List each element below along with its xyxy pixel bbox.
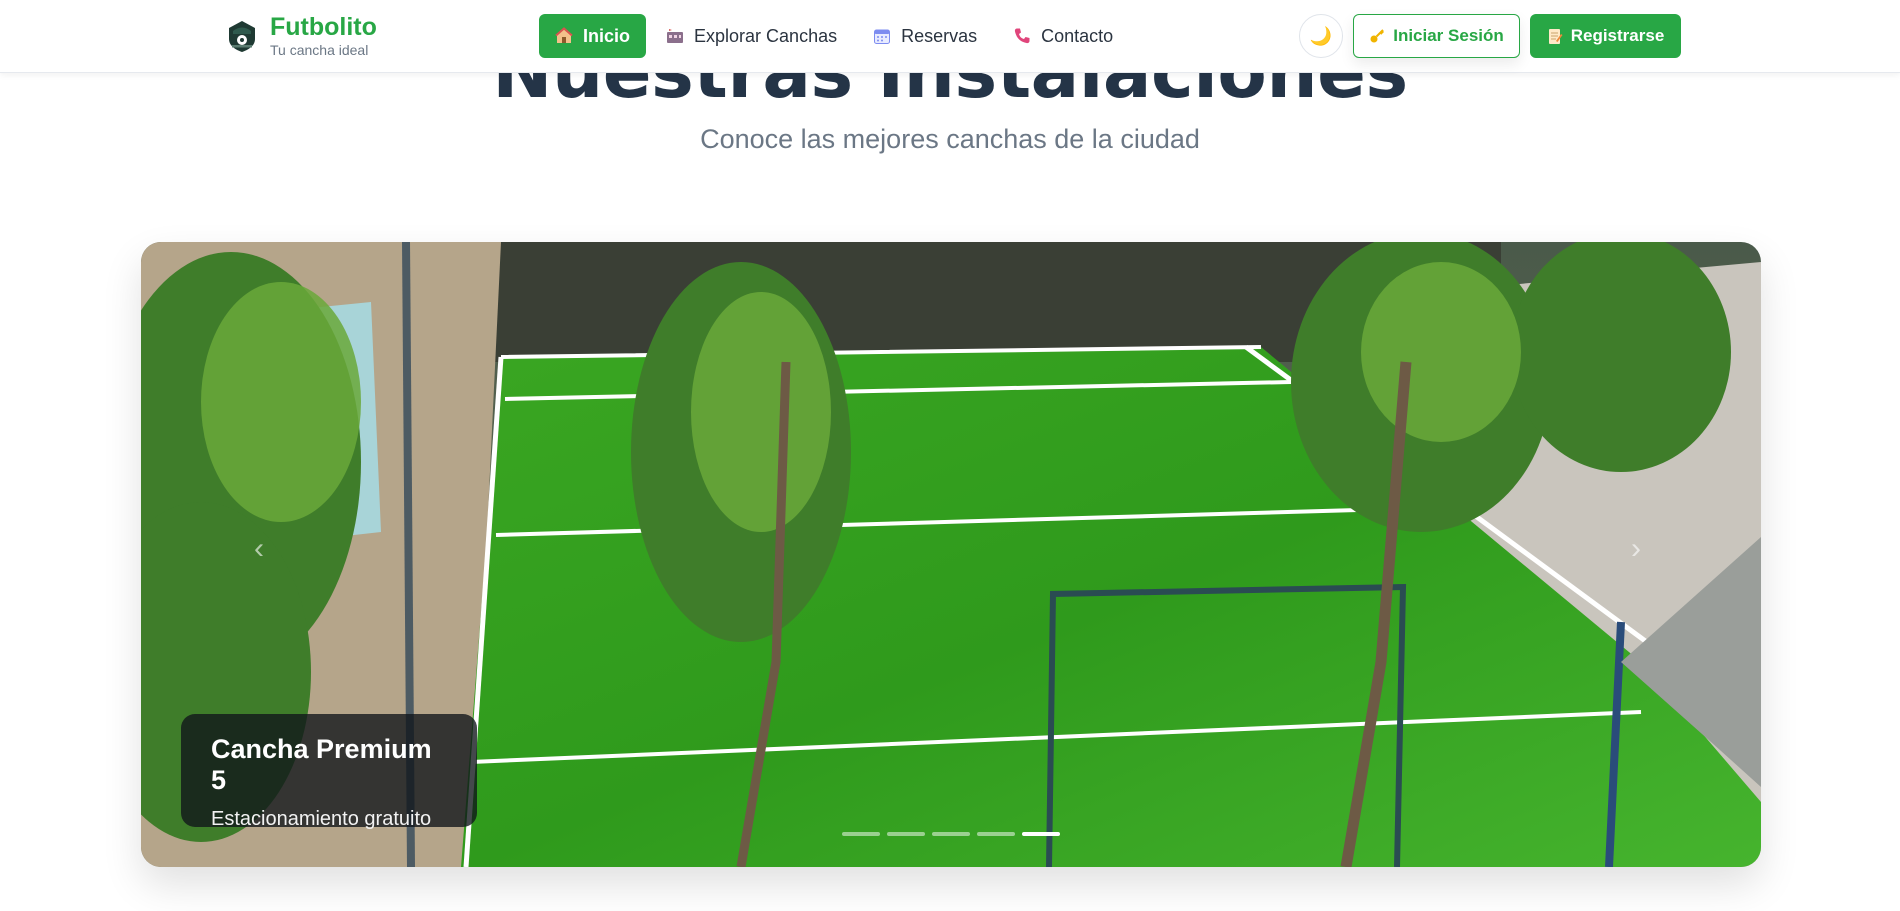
- phone-icon: [1014, 28, 1030, 44]
- slide-caption: Cancha Premium 5 Estacionamiento gratuit…: [181, 714, 477, 830]
- carousel-next-chevron-icon[interactable]: ›: [1631, 532, 1641, 566]
- brand-tagline: Tu cancha ideal: [270, 42, 369, 58]
- calendar-icon: [874, 29, 891, 44]
- carousel-prev-chevron-icon[interactable]: ‹: [254, 532, 264, 566]
- home-icon: [555, 27, 573, 43]
- nav-label-reservas: Reservas: [901, 25, 978, 46]
- nav-item-explorar-canchas[interactable]: Explorar Canchas: [650, 14, 853, 58]
- register-button-label: Registrarse: [1570, 26, 1665, 45]
- stadium-icon: [667, 29, 684, 43]
- nav-item-inicio[interactable]: Inicio: [539, 14, 647, 58]
- nav-label-explorar-canchas: Explorar Canchas: [694, 25, 838, 46]
- memo-icon: [1548, 28, 1563, 44]
- carousel-indicator-3[interactable]: [932, 832, 970, 836]
- facilities-carousel[interactable]: ‹ › Cancha Premium 5 Estacionamiento gra…: [141, 242, 1761, 867]
- moon-icon: 🌙: [1309, 25, 1333, 46]
- nav-item-contacto[interactable]: Contacto: [997, 14, 1129, 58]
- carousel-indicator-1[interactable]: [842, 832, 880, 836]
- register-button[interactable]: Registrarse: [1530, 14, 1681, 58]
- slide-caption-text: Estacionamiento gratuito: [211, 808, 432, 830]
- nav-item-reservas[interactable]: Reservas: [857, 14, 993, 58]
- theme-toggle-button[interactable]: 🌙: [1299, 14, 1343, 58]
- nav-label-contacto: Contacto: [1041, 25, 1114, 46]
- carousel-indicator-5[interactable]: [1022, 832, 1060, 836]
- carousel-indicator-4[interactable]: [977, 832, 1015, 836]
- brand[interactable]: Futbolito Tu cancha ideal: [226, 15, 377, 57]
- slide-caption-title: Cancha Premium 5: [211, 734, 432, 795]
- nav-label-inicio: Inicio: [583, 25, 631, 46]
- main-nav: Inicio Explorar Canchas Reservas Contact…: [539, 14, 1129, 58]
- key-icon: [1370, 29, 1385, 43]
- login-button[interactable]: Iniciar Sesión: [1353, 14, 1520, 58]
- carousel-indicators: [842, 832, 1060, 836]
- carousel-indicator-2[interactable]: [887, 832, 925, 836]
- login-button-label: Iniciar Sesión: [1393, 26, 1504, 45]
- navbar: Futbolito Tu cancha ideal Inicio Explora…: [0, 0, 1900, 73]
- section-subtitle: Conoce las mejores canchas de la ciudad: [700, 124, 1200, 154]
- soccer-club-logo-icon: [229, 21, 255, 52]
- brand-name: Futbolito: [270, 13, 377, 41]
